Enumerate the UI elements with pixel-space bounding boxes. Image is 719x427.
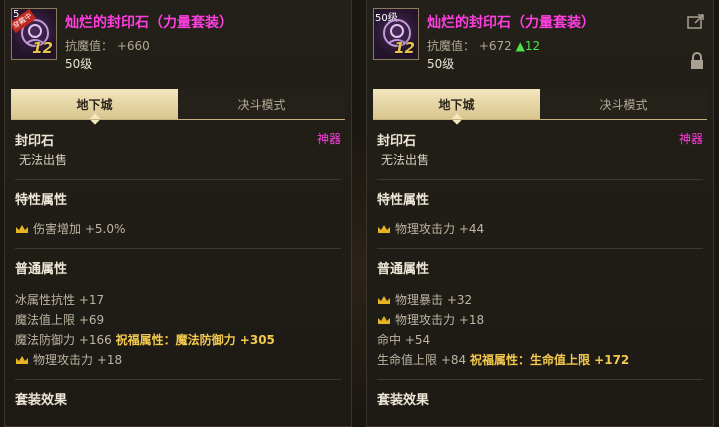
divider — [377, 248, 703, 249]
item-tooltip-equipped: 5 穿戴中 12 灿烂的封印石（力量套装） 抗魔值： +660 50级 地下城 … — [4, 0, 352, 427]
normal-line-text: 物理攻击力 +18 — [33, 353, 123, 367]
mode-tabs: 地下城 决斗模式 — [373, 89, 707, 119]
resist-stat: 抗魔值： +672 ▲12 — [427, 37, 540, 54]
stat-value: +660 — [116, 39, 150, 53]
normal-line: 魔法防御力 +166 祝福属性：魔法防御力 +305 — [15, 330, 341, 350]
item-title: 灿烂的封印石（力量套装） — [427, 15, 595, 31]
normal-line-text: 物理暴击 +32 — [395, 293, 473, 307]
icon-number: 12 — [32, 39, 53, 57]
item-level: 50级 — [427, 57, 455, 71]
tooltip-body: 封印石 神器 无法出售 特性属性 伤害增加 +5.0% 普通属性 冰属性抗性 +… — [15, 130, 341, 409]
tabs-divider — [11, 119, 345, 120]
normal-line: 物理攻击力 +18 — [377, 310, 703, 330]
tab-dungeon[interactable]: 地下城 — [373, 89, 540, 119]
normal-line: 魔法值上限 +69 — [15, 313, 105, 327]
stat-increase: ▲12 — [515, 39, 541, 53]
crown-icon — [16, 225, 28, 233]
stat-label: 抗魔值： — [427, 39, 476, 53]
normal-line: 物理攻击力 +18 — [15, 350, 341, 370]
resist-stat: 抗魔值： +660 — [65, 37, 150, 54]
bless-label: 祝福属性： — [469, 353, 530, 367]
sell-status: 无法出售 — [19, 153, 68, 167]
bless-label: 祝福属性： — [115, 333, 176, 347]
rarity-label: 神器 — [678, 132, 703, 146]
stat-label: 抗魔值： — [65, 39, 114, 53]
normal-line-text: 生命值上限 +84 — [377, 353, 467, 367]
trait-header: 特性属性 — [377, 193, 430, 208]
item-icon[interactable]: 50级 12 — [373, 8, 419, 60]
tooltip-body: 封印石 神器 无法出售 特性属性 物理攻击力 +44 普通属性 物理暴击 +32… — [377, 130, 703, 409]
lock-icon[interactable] — [689, 52, 705, 74]
normal-header: 普通属性 — [377, 262, 430, 277]
divider — [15, 248, 341, 249]
item-title: 灿烂的封印石（力量套装） — [65, 15, 233, 31]
mode-tabs: 地下城 决斗模式 — [11, 89, 345, 119]
tab-duel-mode[interactable]: 决斗模式 — [540, 89, 707, 119]
tab-duel-mode[interactable]: 决斗模式 — [178, 89, 345, 119]
trait-text: 物理攻击力 +44 — [395, 222, 485, 236]
set-effect-header: 套装效果 — [377, 393, 430, 408]
tooltip-header: 50级 12 灿烂的封印石（力量套装） 抗魔值： +672 ▲12 50级 — [367, 0, 713, 80]
item-type: 封印石 — [377, 134, 417, 149]
icon-number: 12 — [394, 39, 415, 57]
divider — [377, 179, 703, 180]
normal-line: 命中 +54 — [377, 333, 431, 347]
bless-value: 生命值上限 +172 — [529, 353, 630, 367]
normal-line: 生命值上限 +84 祝福属性：生命值上限 +172 — [377, 350, 703, 370]
stat-value: +672 — [478, 39, 512, 53]
item-tooltip-compare: 50级 12 灿烂的封印石（力量套装） 抗魔值： +672 ▲12 50级 地下… — [366, 0, 714, 427]
crown-icon — [378, 296, 390, 304]
item-level: 50级 — [65, 57, 93, 71]
divider — [15, 179, 341, 180]
normal-line: 物理暴击 +32 — [377, 290, 703, 310]
normal-line-text: 物理攻击力 +18 — [395, 313, 485, 327]
item-icon[interactable]: 5 穿戴中 12 — [11, 8, 57, 60]
crown-icon — [378, 225, 390, 233]
trait-text: 伤害增加 +5.0% — [33, 222, 126, 236]
share-icon[interactable] — [687, 14, 705, 34]
trait-line: 物理攻击力 +44 — [377, 219, 703, 239]
tabs-divider — [373, 119, 707, 120]
tab-dungeon[interactable]: 地下城 — [11, 89, 178, 119]
rarity-label: 神器 — [316, 132, 341, 146]
normal-line-text: 魔法防御力 +166 — [15, 333, 112, 347]
normal-header: 普通属性 — [15, 262, 68, 277]
trait-line: 伤害增加 +5.0% — [15, 219, 341, 239]
item-type-heading: 封印石 神器 — [15, 130, 341, 150]
crown-icon — [378, 316, 390, 324]
item-type: 封印石 — [15, 134, 55, 149]
sell-status: 无法出售 — [381, 153, 430, 167]
item-type-heading: 封印石 神器 — [377, 130, 703, 150]
trait-header: 特性属性 — [15, 193, 68, 208]
set-effect-header: 套装效果 — [15, 393, 68, 408]
crown-icon — [16, 356, 28, 364]
divider — [377, 379, 703, 380]
tooltip-header: 5 穿戴中 12 灿烂的封印石（力量套装） 抗魔值： +660 50级 — [5, 0, 351, 80]
divider — [15, 379, 341, 380]
bless-value: 魔法防御力 +305 — [175, 333, 275, 347]
normal-line: 冰属性抗性 +17 — [15, 293, 105, 307]
